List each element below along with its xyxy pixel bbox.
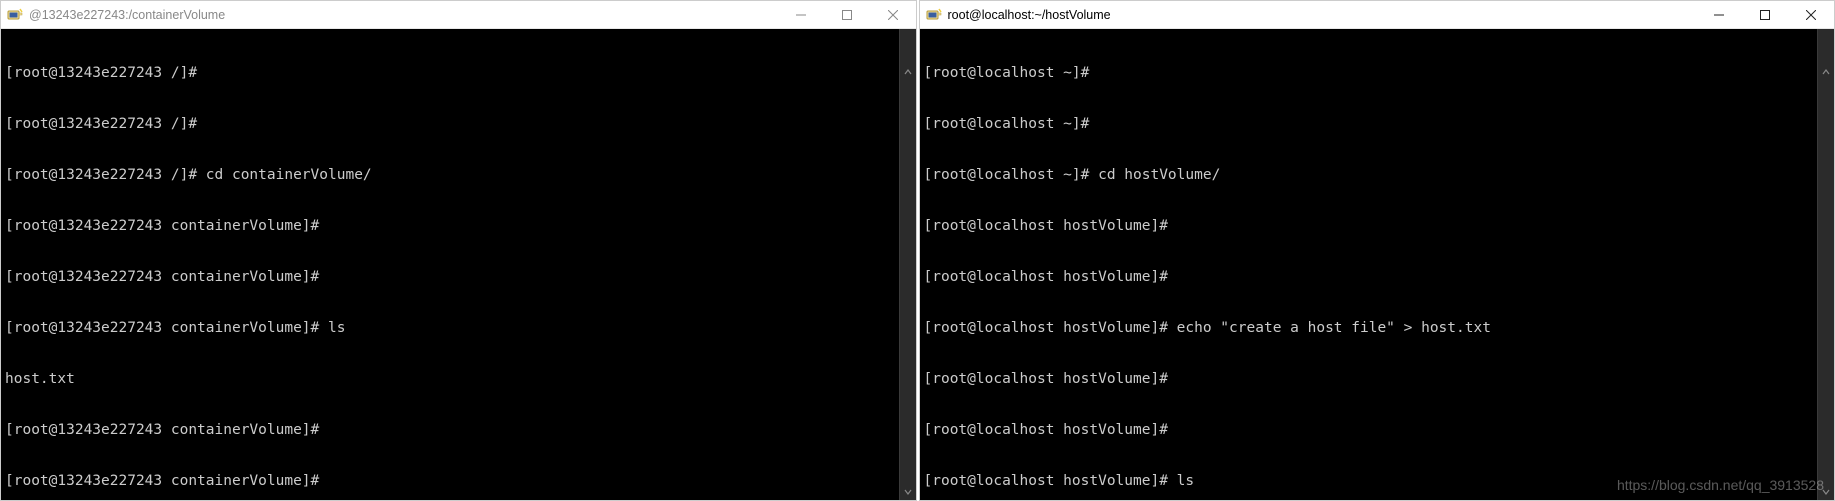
scroll-down-button[interactable] (900, 483, 916, 500)
terminal-line: [root@13243e227243 /]# cd containerVolum… (5, 167, 912, 184)
terminal-line: [root@13243e227243 containerVolume]# ls (5, 320, 912, 337)
terminal-body[interactable]: [root@localhost ~]# [root@localhost ~]# … (920, 29, 1835, 500)
terminal-line: [root@localhost ~]# cd hostVolume/ (924, 167, 1831, 184)
close-button[interactable] (870, 1, 916, 28)
putty-icon (7, 7, 23, 23)
minimize-button[interactable] (778, 1, 824, 28)
terminal-line: [root@13243e227243 /]# (5, 116, 912, 133)
terminal-line: [root@localhost ~]# (924, 116, 1831, 133)
scrollbar[interactable] (1817, 29, 1834, 500)
terminal-line: [root@localhost hostVolume]# (924, 422, 1831, 439)
terminal-line: [root@localhost hostVolume]# (924, 269, 1831, 286)
minimize-icon (796, 10, 806, 20)
scroll-track[interactable] (900, 46, 916, 483)
maximize-icon (842, 10, 852, 20)
window-container-terminal: @13243e227243:/containerVolume [root@132… (0, 0, 917, 501)
chevron-down-icon (904, 488, 912, 496)
scrollbar[interactable] (899, 29, 916, 500)
close-button[interactable] (1788, 1, 1834, 28)
putty-icon (926, 7, 942, 23)
titlebar[interactable]: @13243e227243:/containerVolume (1, 1, 916, 29)
terminal-body[interactable]: [root@13243e227243 /]# [root@13243e22724… (1, 29, 916, 500)
window-title: root@localhost:~/hostVolume (948, 8, 1697, 22)
minimize-icon (1714, 10, 1724, 20)
scroll-down-button[interactable] (1818, 483, 1834, 500)
terminal-line: [root@localhost hostVolume]# echo "creat… (924, 320, 1831, 337)
maximize-button[interactable] (1742, 1, 1788, 28)
chevron-down-icon (1822, 488, 1830, 496)
terminal-line: [root@13243e227243 containerVolume]# (5, 422, 912, 439)
terminal-line: [root@13243e227243 containerVolume]# (5, 473, 912, 490)
terminal-line: host.txt (5, 371, 912, 388)
titlebar[interactable]: root@localhost:~/hostVolume (920, 1, 1835, 29)
desktop: @13243e227243:/containerVolume [root@132… (0, 0, 1835, 501)
window-controls (1696, 1, 1834, 28)
terminal-line: [root@localhost hostVolume]# ls (924, 473, 1831, 490)
window-host-terminal: root@localhost:~/hostVolume [root@localh… (919, 0, 1835, 501)
terminal-line: [root@13243e227243 containerVolume]# (5, 218, 912, 235)
terminal-line: [root@localhost hostVolume]# (924, 371, 1831, 388)
scroll-track[interactable] (1818, 46, 1834, 483)
terminal-line: [root@13243e227243 /]# (5, 65, 912, 82)
maximize-icon (1760, 10, 1770, 20)
window-title: @13243e227243:/containerVolume (29, 8, 778, 22)
close-icon (888, 10, 898, 20)
window-controls (778, 1, 916, 28)
maximize-button[interactable] (824, 1, 870, 28)
minimize-button[interactable] (1696, 1, 1742, 28)
close-icon (1806, 10, 1816, 20)
terminal-line: [root@localhost hostVolume]# (924, 218, 1831, 235)
terminal-line: [root@13243e227243 containerVolume]# (5, 269, 912, 286)
terminal-line: [root@localhost ~]# (924, 65, 1831, 82)
